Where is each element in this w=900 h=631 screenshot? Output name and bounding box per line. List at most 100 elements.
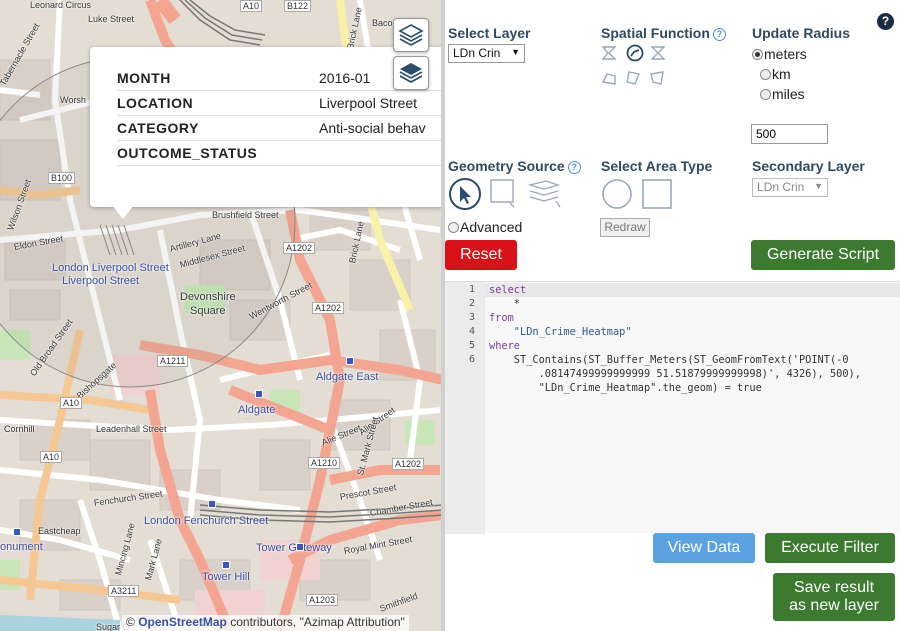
map-label: London Liverpool Street <box>52 262 169 274</box>
select-layer-dropdown[interactable]: LDn Crin ▼ <box>448 44 525 63</box>
code-line: from <box>489 312 514 324</box>
map-view[interactable]: Leonard Circus Luke Street Worsh Taberna… <box>0 0 443 631</box>
save-as-layer-button[interactable]: Save result as new layer <box>773 573 895 621</box>
table-row: LOCATION Liverpool Street <box>117 90 442 116</box>
layers-icon <box>398 24 424 46</box>
update-radius-label: Update Radius <box>752 25 851 41</box>
radio-km[interactable]: km <box>760 66 791 82</box>
secondary-layer-label: Secondary Layer <box>752 158 865 174</box>
road-shield: A10 <box>40 451 63 463</box>
line-number: 5 <box>468 340 475 351</box>
select-area-type-label: Select Area Type <box>601 158 713 174</box>
spatial-help-icon[interactable]: ? <box>712 28 726 41</box>
station-marker <box>346 357 354 365</box>
road-shield: B100 <box>48 172 76 184</box>
road-shield: B122 <box>284 0 312 12</box>
radio-label: Advanced <box>460 219 523 235</box>
map-label: London Fenchurch Street <box>144 515 269 527</box>
line-number: 4 <box>468 326 475 337</box>
rectangle-area-icon[interactable] <box>642 179 672 209</box>
popup-key: MONTH <box>117 65 319 91</box>
line-number: 6 <box>468 354 475 365</box>
view-data-button[interactable]: View Data <box>653 533 755 563</box>
help-icon[interactable]: ? <box>877 13 894 30</box>
radio-dot <box>760 69 771 80</box>
generate-script-button[interactable]: Generate Script <box>751 240 895 270</box>
map-attribution: © OpenStreetMap contributors, "Azimap At… <box>122 615 409 631</box>
road-shield: A1203 <box>306 594 339 606</box>
secondary-layer-dropdown[interactable]: LDn Crin ▼ <box>752 178 828 197</box>
sql-editor[interactable]: 1 2 3 4 5 6 select * from "LDn_Crime_Hea… <box>445 281 900 534</box>
dropdown-arrow-icon: ▼ <box>814 181 823 191</box>
layer-geometry-icon[interactable] <box>527 180 561 208</box>
code-line: ST_Contains(ST_Buffer_Meters(ST_GeomFrom… <box>489 354 849 366</box>
spatial-function-label: Spatial Function? <box>601 25 726 41</box>
overlaps-icon[interactable] <box>650 71 664 85</box>
station-marker <box>13 528 21 536</box>
query-panel: Select Layer Spatial Function? Update Ra… <box>445 0 900 631</box>
basemap-layers-button[interactable] <box>393 56 429 90</box>
code-line: select <box>489 284 527 296</box>
radio-meters[interactable]: meters <box>752 46 807 62</box>
code-line: * <box>489 298 520 310</box>
code-line: .08147499999999999 51.51879999999998)', … <box>489 368 861 380</box>
map-label: Worsh <box>60 95 86 105</box>
geometry-source-label: Geometry Source? <box>448 158 581 174</box>
map-label: Square <box>190 305 226 317</box>
touches-icon[interactable] <box>601 73 616 85</box>
popup-pointer <box>112 205 134 219</box>
map-label: Leonard Circus <box>30 0 92 10</box>
attribution-text: contributors, "Azimap Attribution" <box>230 615 405 629</box>
redraw-button[interactable]: Redraw <box>600 218 650 237</box>
advanced-radio[interactable]: Advanced <box>448 219 522 235</box>
line-number: 2 <box>468 298 475 309</box>
radio-label: km <box>772 66 791 82</box>
popup-key: OUTCOME_STATUS <box>117 140 319 166</box>
table-row: CATEGORY Anti-social behav <box>117 115 442 141</box>
draw-shape-icon[interactable] <box>490 179 514 203</box>
feature-popup: MONTH 2016-01 LOCATION Liverpool Street CA… <box>90 47 442 207</box>
crosses-icon[interactable] <box>626 71 640 85</box>
execute-filter-button[interactable]: Execute Filter <box>765 533 895 563</box>
road-shield: A1202 <box>392 458 425 470</box>
radio-label: meters <box>764 46 807 62</box>
contains-icon[interactable] <box>601 46 617 60</box>
map-label: Tower Hill <box>202 571 250 583</box>
spatial-function-icons <box>601 44 666 85</box>
map-label: Brushfield Street <box>212 210 279 220</box>
station-marker <box>296 543 304 551</box>
map-label: Cornhill <box>4 424 35 434</box>
spatial-function-text: Spatial Function <box>601 25 710 41</box>
save-button-line: as new layer <box>789 597 879 614</box>
geometry-source-text: Geometry Source <box>448 158 565 174</box>
copyright-symbol: © <box>126 615 135 629</box>
map-label: Devonshire <box>180 291 236 303</box>
road-shield: A1210 <box>308 457 341 469</box>
layers-filled-icon <box>399 63 423 83</box>
radio-dot <box>752 49 763 60</box>
radio-miles[interactable]: miles <box>760 86 805 102</box>
circle-area-icon[interactable] <box>602 179 632 209</box>
intersects-icon[interactable] <box>650 46 666 60</box>
map-label: Aldgate <box>238 404 276 416</box>
station-marker <box>208 500 216 508</box>
map-label: Liverpool Street <box>62 275 140 287</box>
reset-button[interactable]: Reset <box>445 240 517 270</box>
popup-value: Liverpool Street <box>319 90 442 116</box>
station-marker <box>255 390 263 398</box>
select-layer-label: Select Layer <box>448 25 531 41</box>
code-line: "LDn_Crime_Heatmap".the_geom) = true <box>489 382 762 394</box>
geometry-source-icons <box>449 178 561 210</box>
radius-input[interactable] <box>751 124 828 144</box>
map-label: Tower Gateway <box>256 542 332 554</box>
code-line: "LDn_Crime_Heatmap" <box>489 326 632 338</box>
layers-button[interactable] <box>393 18 429 52</box>
dropdown-arrow-icon: ▼ <box>511 47 520 57</box>
road-shield: A1211 <box>157 355 189 367</box>
table-row: OUTCOME_STATUS <box>117 140 442 166</box>
osm-link[interactable]: OpenStreetMap <box>138 615 227 629</box>
line-number: 1 <box>468 284 475 295</box>
geometry-help-icon[interactable]: ? <box>567 161 581 174</box>
popup-value <box>319 140 442 166</box>
within-icon[interactable] <box>626 44 644 62</box>
